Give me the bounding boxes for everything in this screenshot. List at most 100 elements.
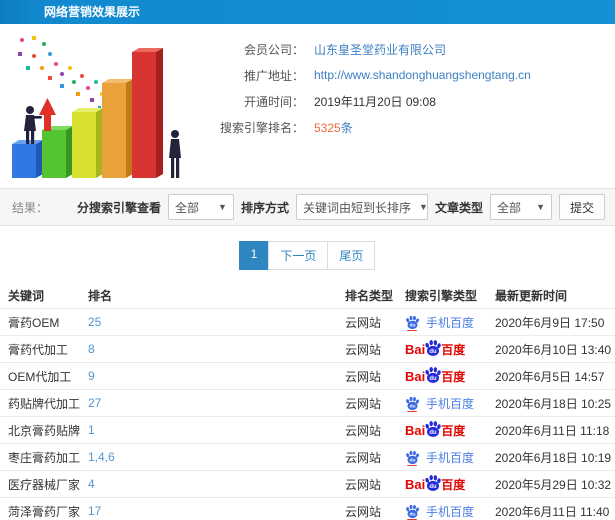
header-engine-type: 搜索引擎类型 [405,288,478,303]
baidu-logo: Bai du 百度 [405,474,465,495]
company-label: 会员公司： [243,42,304,57]
open-time-label: 开通时间： [243,94,304,109]
filter-bar: 结果： 分搜索引擎查看 全部 ▼ 排序方式 关键词由短到长排序 ▼ 文章类型 全… [0,188,615,226]
rank-type-cell: 云网站 [345,342,382,357]
updated-time-cell: 2020年6月9日 17:50 [495,315,605,330]
table-row: 膏药OEM 25 云网站 du 手机百度 2020年6月9日 17:50 [0,308,615,335]
table-row: 菏泽膏药厂家 17 云网站 du 手机百度 2020年6月11日 11:40 [0,497,615,520]
engine-filter-value: 全部 [174,200,199,215]
results-table-body: 膏药OEM 25 云网站 du 手机百度 2020年6月9日 17:50 膏药代加工 8 云… [0,308,615,520]
keyword-cell: OEM代加工 [8,369,72,384]
marketing-report-page: 网络营销效果展示 会员公司： 山东皇圣堂药业有限公司 推广地址： http://… [0,0,615,520]
baidu-logo: Bai du 百度 [405,339,465,360]
rank-cell[interactable]: 1,4,6 [80,450,337,464]
submit-button[interactable]: 提交 [558,194,605,220]
header-updated: 最新更新时间 [495,288,568,303]
rank-count-number: 5325 [314,120,341,135]
table-row: 北京膏药贴牌 1 云网站 Bai du 百度 2020年6月11日 11:18 [0,416,615,443]
confetti-dots [18,36,110,109]
results-table: 关键词 排名 排名类型 搜索引擎类型 最新更新时间 膏药OEM 25 云网站 du … [0,282,615,520]
engine-type-cell: du 手机百度 [397,314,487,331]
table-row: 药贴牌代加工 27 云网站 du 手机百度 2020年6月18日 10:25 [0,389,615,416]
promotion-url-link[interactable]: http://www.shandonghuangshengtang.cn [314,68,531,82]
svg-text:du: du [430,484,438,490]
svg-text:du: du [430,349,438,355]
updated-time-cell: 2020年6月10日 13:40 [495,342,612,357]
bar-yellow [72,108,103,178]
businessman-right [169,130,181,178]
next-page-button[interactable]: 下一页 [268,241,329,270]
baidu-paw-icon: du [406,450,419,464]
company-link[interactable]: 山东皇圣堂药业有限公司 [314,41,446,58]
rank-type-cell: 云网站 [345,477,382,492]
updated-time-cell: 2020年6月11日 11:40 [495,504,610,519]
rank-cell[interactable]: 25 [80,315,337,329]
baidu-logo: Bai du 百度 [405,366,465,387]
rank-cell[interactable]: 8 [80,342,337,356]
mobile-baidu-logo: du 手机百度 [405,449,474,466]
baidu-logo: Bai du 百度 [405,420,465,441]
engine-type-cell: du 手机百度 [397,503,487,520]
keyword-cell: 药贴牌代加工 [8,396,80,411]
updated-time-cell: 2020年6月18日 10:19 [495,450,612,465]
chevron-down-icon: ▼ [418,202,428,212]
bar-orange [102,79,133,178]
rank-cell[interactable]: 9 [80,369,337,383]
info-fields: 会员公司： 山东皇圣堂药业有限公司 推广地址： http://www.shand… [194,30,615,184]
mobile-baidu-icon: du [405,450,420,466]
engine-type-cell: Bai du 百度 [397,339,487,360]
field-open-time: 开通时间： 2019年11月20日 09:08 [194,88,615,114]
rank-type-cell: 云网站 [345,450,382,465]
table-row: 膏药代加工 8 云网站 Bai du 百度 2020年6月10日 13:40 [0,335,615,362]
rank-cell[interactable]: 17 [80,504,337,518]
updated-time-cell: 2020年6月11日 11:18 [495,423,610,438]
page-number-1[interactable]: 1 [238,241,270,270]
svg-text:du: du [409,322,415,328]
svg-text:du: du [409,511,415,517]
chevron-down-icon: ▼ [218,202,227,212]
sort-filter-label: 排序方式 [240,200,289,215]
rank-count-suffix[interactable]: 条 [341,121,353,135]
updated-time-cell: 2020年6月5日 14:57 [495,369,605,384]
article-type-select[interactable]: 全部 ▼ [489,194,552,220]
chevron-down-icon: ▼ [536,202,545,212]
engine-type-cell: Bai du 百度 [397,420,487,441]
rank-type-cell: 云网站 [345,504,382,519]
rank-type-cell: 云网站 [345,423,382,438]
businessman-left [24,106,42,144]
rank-cell[interactable]: 4 [80,477,337,491]
keyword-cell: 菏泽膏药厂家 [8,504,80,519]
filter-group: 分搜索引擎查看 全部 ▼ 排序方式 关键词由短到长排序 ▼ 文章类型 全部 ▼ … [77,194,605,220]
open-time-value: 2019年11月20日 09:08 [314,94,436,109]
last-page-button[interactable]: 尾页 [327,241,376,270]
field-company: 会员公司： 山东皇圣堂药业有限公司 [194,36,615,62]
sort-filter-select[interactable]: 关键词由短到长排序 ▼ [295,194,428,220]
rank-type-cell: 云网站 [345,315,382,330]
article-type-value: 全部 [496,200,521,215]
updated-time-cell: 2020年6月18日 10:25 [495,396,612,411]
keyword-cell: 医疗器械厂家 [8,477,80,492]
baidu-paw-icon: du [406,396,419,410]
rank-type-cell: 云网站 [345,369,382,384]
table-row: OEM代加工 9 云网站 Bai du 百度 2020年6月5日 14:57 [0,362,615,389]
bar-red [132,48,163,178]
rank-type-cell: 云网站 [345,396,382,411]
bar-blue [12,140,43,178]
sort-filter-value: 关键词由短到长排序 [302,200,411,215]
rank-cell[interactable]: 27 [80,396,337,410]
rank-cell[interactable]: 1 [80,423,337,437]
header-rank: 排名 [88,288,113,303]
mobile-baidu-icon: du [405,315,420,331]
baidu-paw-icon: du [425,366,441,383]
updated-time-cell: 2020年5月29日 10:32 [495,477,612,492]
engine-filter-select[interactable]: 全部 ▼ [167,194,234,220]
svg-text:du: du [430,430,438,436]
table-row: 枣庄膏药加工 1,4,6 云网站 du 手机百度 2020年6月18日 10:19 [0,443,615,470]
engine-type-cell: Bai du 百度 [397,366,487,387]
bar-green [42,126,73,178]
mobile-baidu-logo: du 手机百度 [405,395,474,412]
rank-count-label: 搜索引擎排名： [219,120,304,135]
baidu-paw-icon: du [425,474,441,491]
member-info-section: 会员公司： 山东皇圣堂药业有限公司 推广地址： http://www.shand… [0,24,615,188]
keyword-cell: 膏药代加工 [8,342,69,357]
